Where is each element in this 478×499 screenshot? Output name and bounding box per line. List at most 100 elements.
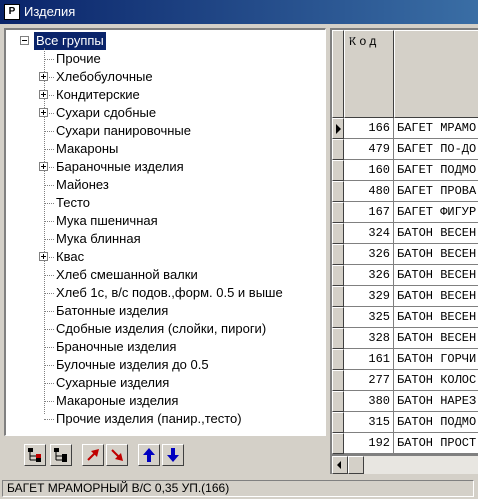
tree-item-label[interactable]: Сухари сдобные — [54, 104, 158, 122]
row-indicator[interactable] — [332, 265, 344, 286]
group-tree[interactable]: Все группы Прочие Хлебобулочные Кондитерск… — [4, 28, 326, 436]
table-row[interactable]: 166 БАГЕТ МРАМО — [332, 118, 478, 139]
cell-kod[interactable]: 329 — [344, 286, 394, 307]
add-group-button[interactable] — [24, 444, 46, 466]
scroll-left-button[interactable] — [332, 456, 348, 474]
row-indicator[interactable] — [332, 349, 344, 370]
tree-item-label[interactable]: Кондитерские — [54, 86, 142, 104]
cell-kod[interactable]: 315 — [344, 412, 394, 433]
move-up-button[interactable] — [138, 444, 160, 466]
cell-name[interactable]: БАГЕТ ПОДМО — [394, 160, 478, 181]
cell-name[interactable]: БАТОН ВЕСЕН — [394, 307, 478, 328]
cell-name[interactable]: БАТОН ВЕСЕН — [394, 328, 478, 349]
table-row[interactable]: 192 БАТОН ПРОСТ — [332, 433, 478, 454]
items-grid[interactable]: Код ▽ 166 БАГЕТ МРАМО 479 БАГЕТ ПО-ДО 160 БАГ… — [330, 28, 478, 474]
table-row[interactable]: 324 БАТОН ВЕСЕН — [332, 223, 478, 244]
tree-item-label[interactable]: Браночные изделия — [54, 338, 178, 356]
tree-item-label[interactable]: Батонные изделия — [54, 302, 170, 320]
cell-name[interactable]: БАТОН ГОРЧИ — [394, 349, 478, 370]
expand-toggle-icon[interactable] — [39, 162, 48, 171]
tree-item-label[interactable]: Мука блинная — [54, 230, 143, 248]
table-row[interactable]: 277 БАТОН КОЛОС — [332, 370, 478, 391]
cell-kod[interactable]: 167 — [344, 202, 394, 223]
row-indicator[interactable] — [332, 118, 344, 139]
move-out-button[interactable] — [82, 444, 104, 466]
cell-name[interactable]: БАГЕТ ПРОВА — [394, 181, 478, 202]
table-row[interactable]: 329 БАТОН ВЕСЕН — [332, 286, 478, 307]
collapse-toggle-icon[interactable] — [20, 36, 29, 45]
cell-name[interactable]: БАТОН ВЕСЕН — [394, 223, 478, 244]
column-header-kod[interactable]: Код ▽ — [344, 30, 394, 118]
tree-item-label[interactable]: Бараночные изделия — [54, 158, 186, 176]
tree-item-label[interactable]: Сдобные изделия (слойки, пироги) — [54, 320, 268, 338]
cell-name[interactable]: БАТОН НАРЕЗ — [394, 391, 478, 412]
table-row[interactable]: 315 БАТОН ПОДМО — [332, 412, 478, 433]
tree-item-label[interactable]: Хлеб смешанной валки — [54, 266, 200, 284]
tree-item-label[interactable]: Прочие — [54, 50, 103, 68]
row-indicator[interactable] — [332, 391, 344, 412]
cell-name[interactable]: БАТОН ПРОСТ — [394, 433, 478, 454]
row-indicator[interactable] — [332, 307, 344, 328]
cell-kod[interactable]: 325 — [344, 307, 394, 328]
row-indicator[interactable] — [332, 160, 344, 181]
cell-kod[interactable]: 161 — [344, 349, 394, 370]
tree-item-label[interactable]: Макароные изделия — [54, 392, 180, 410]
table-row[interactable]: 479 БАГЕТ ПО-ДО — [332, 139, 478, 160]
cell-kod[interactable]: 166 — [344, 118, 394, 139]
scroll-thumb[interactable] — [348, 456, 364, 474]
tree-item-label[interactable]: Хлебобулочные — [54, 68, 155, 86]
expand-toggle-icon[interactable] — [39, 252, 48, 261]
expand-toggle-icon[interactable] — [39, 72, 48, 81]
tree-item-label[interactable]: Булочные изделия до 0.5 — [54, 356, 211, 374]
cell-kod[interactable]: 277 — [344, 370, 394, 391]
tree-item-label[interactable]: Макароны — [54, 140, 120, 158]
cell-name[interactable]: БАТОН КОЛОС — [394, 370, 478, 391]
tree-item-label[interactable]: Мука пшеничная — [54, 212, 160, 230]
cell-kod[interactable]: 326 — [344, 244, 394, 265]
row-indicator[interactable] — [332, 412, 344, 433]
row-indicator[interactable] — [332, 244, 344, 265]
cell-name[interactable]: БАТОН ВЕСЕН — [394, 244, 478, 265]
tree-item-label[interactable]: Тесто — [54, 194, 92, 212]
row-indicator[interactable] — [332, 223, 344, 244]
cell-kod[interactable]: 324 — [344, 223, 394, 244]
cell-kod[interactable]: 480 — [344, 181, 394, 202]
row-indicator[interactable] — [332, 370, 344, 391]
cell-kod[interactable]: 326 — [344, 265, 394, 286]
cell-kod[interactable]: 380 — [344, 391, 394, 412]
cell-name[interactable]: БАТОН ПОДМО — [394, 412, 478, 433]
horizontal-scrollbar[interactable] — [332, 456, 478, 474]
tree-item-label[interactable]: Хлеб 1с, в/с подов.,форм. 0.5 и выше — [54, 284, 285, 302]
column-header-name[interactable] — [394, 30, 478, 118]
table-row[interactable]: 161 БАТОН ГОРЧИ — [332, 349, 478, 370]
row-indicator[interactable] — [332, 139, 344, 160]
table-row[interactable]: 326 БАТОН ВЕСЕН — [332, 265, 478, 286]
table-row[interactable]: 160 БАГЕТ ПОДМО — [332, 160, 478, 181]
tree-item-label[interactable]: Сухари панировочные — [54, 122, 193, 140]
row-indicator[interactable] — [332, 202, 344, 223]
tree-item-label[interactable]: Прочие изделия (панир.,тесто) — [54, 410, 244, 428]
cell-name[interactable]: БАГЕТ МРАМО — [394, 118, 478, 139]
cell-kod[interactable]: 479 — [344, 139, 394, 160]
cell-kod[interactable]: 328 — [344, 328, 394, 349]
table-row[interactable]: 328 БАТОН ВЕСЕН — [332, 328, 478, 349]
cell-name[interactable]: БАТОН ВЕСЕН — [394, 286, 478, 307]
move-in-button[interactable] — [106, 444, 128, 466]
tree-item-label[interactable]: Сухарные изделия — [54, 374, 171, 392]
cell-name[interactable]: БАГЕТ ФИГУР — [394, 202, 478, 223]
row-indicator[interactable] — [332, 181, 344, 202]
tree-structure-button[interactable] — [50, 444, 72, 466]
row-indicator[interactable] — [332, 286, 344, 307]
app-icon[interactable]: P — [4, 4, 20, 20]
cell-name[interactable]: БАТОН ВЕСЕН — [394, 265, 478, 286]
table-row[interactable]: 380 БАТОН НАРЕЗ — [332, 391, 478, 412]
tree-item-label[interactable]: Квас — [54, 248, 86, 266]
table-row[interactable]: 167 БАГЕТ ФИГУР — [332, 202, 478, 223]
table-row[interactable]: 326 БАТОН ВЕСЕН — [332, 244, 478, 265]
row-indicator[interactable] — [332, 433, 344, 454]
cell-kod[interactable]: 192 — [344, 433, 394, 454]
tree-item-label[interactable]: Майонез — [54, 176, 111, 194]
cell-kod[interactable]: 160 — [344, 160, 394, 181]
table-row[interactable]: 325 БАТОН ВЕСЕН — [332, 307, 478, 328]
cell-name[interactable]: БАГЕТ ПО-ДО — [394, 139, 478, 160]
